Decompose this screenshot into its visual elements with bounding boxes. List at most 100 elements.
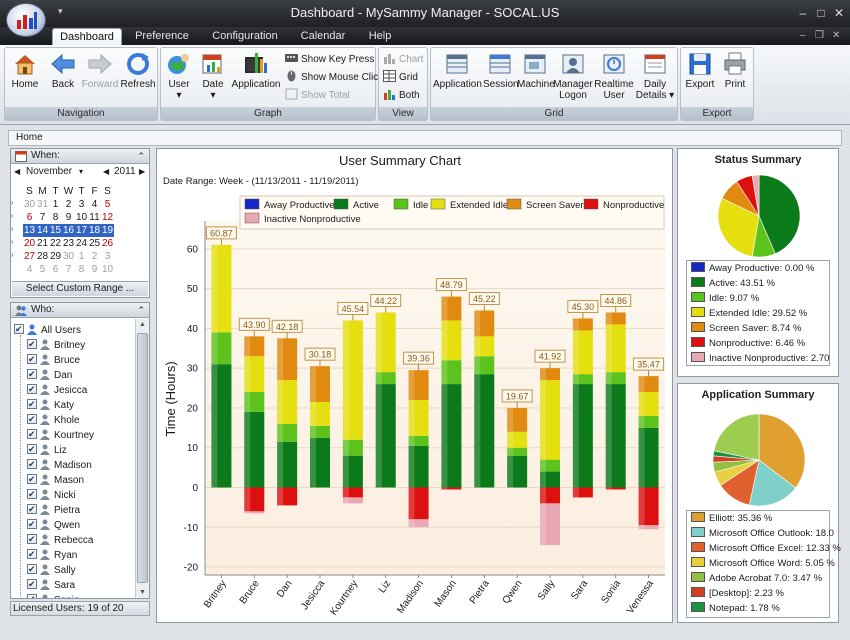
collapse-chevron-icon[interactable]: ⌃ xyxy=(137,149,145,163)
calendar-day[interactable]: 30 xyxy=(62,250,75,263)
manager-logon-grid-button[interactable]: Manager Logon xyxy=(553,51,593,101)
breadcrumb[interactable]: Home xyxy=(8,130,842,146)
print-button[interactable]: Print xyxy=(719,51,751,90)
user-checkbox[interactable] xyxy=(27,472,37,487)
who-header[interactable]: Who: ⌃ xyxy=(11,303,149,318)
user-item[interactable]: Jesicca xyxy=(27,382,87,398)
user-item[interactable]: Bruce xyxy=(27,352,80,368)
realtime-user-grid-button[interactable]: Realtime User xyxy=(593,51,635,101)
calendar-day[interactable]: 26 xyxy=(101,237,114,250)
user-item[interactable]: Pietra xyxy=(27,502,80,518)
calendar-day[interactable]: 4 xyxy=(88,198,101,211)
user-item[interactable]: Mason xyxy=(27,472,84,488)
legend-item[interactable]: Microsoft Office Outlook: 18.0 xyxy=(691,527,834,541)
scrollbar-thumb[interactable] xyxy=(137,333,148,583)
maximize-icon[interactable]: □ xyxy=(814,6,828,20)
calendar-day[interactable]: 3 xyxy=(101,250,114,263)
application-grid-button[interactable]: Application xyxy=(433,51,482,90)
select-week-arrow-icon[interactable]: › xyxy=(11,200,13,207)
calendar-day[interactable]: 7 xyxy=(36,211,49,224)
calendar-day[interactable]: 5 xyxy=(101,198,114,211)
user-item[interactable]: Nicki xyxy=(27,487,76,503)
scroll-up-icon[interactable]: ▲ xyxy=(139,321,146,328)
legend-item[interactable]: Notepad: 1.78 % xyxy=(691,602,780,616)
legend-label[interactable]: Away Productive xyxy=(264,200,335,211)
legend-label[interactable]: Nonproductive xyxy=(603,200,664,211)
scroll-down-icon[interactable]: ▼ xyxy=(139,589,146,596)
user-item[interactable]: Qwen xyxy=(27,517,80,533)
calendar-day[interactable]: 4 xyxy=(23,263,36,276)
calendar-day[interactable]: 12 xyxy=(101,211,114,224)
calendar-day[interactable]: 28 xyxy=(36,250,49,263)
mdi-minimize-icon[interactable]: – xyxy=(800,30,806,41)
user-checkbox[interactable] xyxy=(27,502,37,517)
legend-item[interactable]: Extended Idle: 29.52 % xyxy=(691,307,807,321)
calendar-day[interactable]: 6 xyxy=(23,211,36,224)
user-checkbox[interactable] xyxy=(27,532,37,547)
legend-label[interactable]: Idle xyxy=(413,200,428,211)
select-week-arrow-icon[interactable]: › xyxy=(11,252,13,259)
legend-item[interactable]: Active: 43.51 % xyxy=(691,277,775,291)
close-icon[interactable]: ✕ xyxy=(832,6,846,20)
user-checkbox[interactable] xyxy=(27,442,37,457)
all-users-checkbox[interactable] xyxy=(14,322,24,337)
show-key-press-button[interactable]: Show Key Press xyxy=(285,52,374,67)
user-item[interactable]: Britney xyxy=(27,337,85,353)
tab-preference[interactable]: Preference xyxy=(130,28,194,45)
user-checkbox[interactable] xyxy=(27,412,37,427)
view-both-button[interactable]: Both xyxy=(383,88,420,103)
user-checkbox[interactable] xyxy=(27,592,37,598)
user-graph-button[interactable]: User ▾ xyxy=(163,51,195,101)
user-checkbox[interactable] xyxy=(27,337,37,352)
user-item[interactable]: Liz xyxy=(27,442,67,458)
user-item[interactable]: Madison xyxy=(27,457,92,473)
user-list-scrollbar[interactable]: ▲ ▼ xyxy=(135,319,149,598)
legend-item[interactable]: Microsoft Office Word: 5.05 % xyxy=(691,557,835,571)
calendar-day[interactable]: 15 xyxy=(49,224,62,237)
user-item[interactable]: Ryan xyxy=(27,547,77,563)
user-checkbox[interactable] xyxy=(27,517,37,532)
calendar-day[interactable]: 18 xyxy=(88,224,101,237)
user-checkbox[interactable] xyxy=(27,382,37,397)
date-graph-button[interactable]: Date ▾ xyxy=(197,51,229,101)
calendar-day[interactable]: 17 xyxy=(75,224,88,237)
user-item[interactable]: Sara xyxy=(27,577,75,593)
calendar-day[interactable]: 8 xyxy=(49,211,62,224)
legend-item[interactable]: Elliott: 35.36 % xyxy=(691,512,772,526)
collapse-chevron-icon[interactable]: ⌃ xyxy=(137,303,145,317)
tab-help[interactable]: Help xyxy=(362,28,398,45)
calendar-day[interactable]: 1 xyxy=(75,250,88,263)
mdi-restore-icon[interactable]: ❐ xyxy=(815,30,824,41)
calendar-day[interactable]: 30 xyxy=(23,198,36,211)
legend-item[interactable]: Microsoft Office Excel: 12.33 % xyxy=(691,542,841,556)
calendar-day[interactable]: 6 xyxy=(49,263,62,276)
all-users-item[interactable]: All Users xyxy=(14,322,81,338)
user-item[interactable]: Khole xyxy=(27,412,80,428)
legend-label[interactable]: Inactive Nonproductive xyxy=(264,214,361,225)
user-checkbox[interactable] xyxy=(27,367,37,382)
forward-button[interactable]: Forward xyxy=(81,51,119,90)
tab-calendar[interactable]: Calendar xyxy=(296,28,350,45)
calendar-day[interactable]: 10 xyxy=(101,263,114,276)
select-custom-range-button[interactable]: Select Custom Range ... xyxy=(12,281,148,296)
calendar-day[interactable]: 11 xyxy=(88,211,101,224)
user-item[interactable]: Sonia xyxy=(27,592,80,598)
select-week-arrow-icon[interactable]: › xyxy=(11,226,13,233)
legend-label[interactable]: Extended Idle xyxy=(450,200,508,211)
calendar-day[interactable]: 7 xyxy=(62,263,75,276)
user-item[interactable]: Kourtney xyxy=(27,427,94,443)
calendar-day[interactable]: 10 xyxy=(75,211,88,224)
calendar-day[interactable]: 1 xyxy=(49,198,62,211)
machine-grid-button[interactable]: Machine xyxy=(517,51,555,90)
user-item[interactable]: Sally xyxy=(27,562,76,578)
daily-details-grid-button[interactable]: Daily Details ▾ xyxy=(635,51,675,101)
user-checkbox[interactable] xyxy=(27,547,37,562)
application-graph-button[interactable]: Application xyxy=(231,51,281,90)
view-grid-button[interactable]: Grid xyxy=(383,70,418,85)
user-checkbox[interactable] xyxy=(27,457,37,472)
user-checkbox[interactable] xyxy=(27,487,37,502)
calendar-day[interactable]: 2 xyxy=(88,250,101,263)
user-checkbox[interactable] xyxy=(27,352,37,367)
user-checkbox[interactable] xyxy=(27,577,37,592)
legend-label[interactable]: Active xyxy=(353,200,379,211)
